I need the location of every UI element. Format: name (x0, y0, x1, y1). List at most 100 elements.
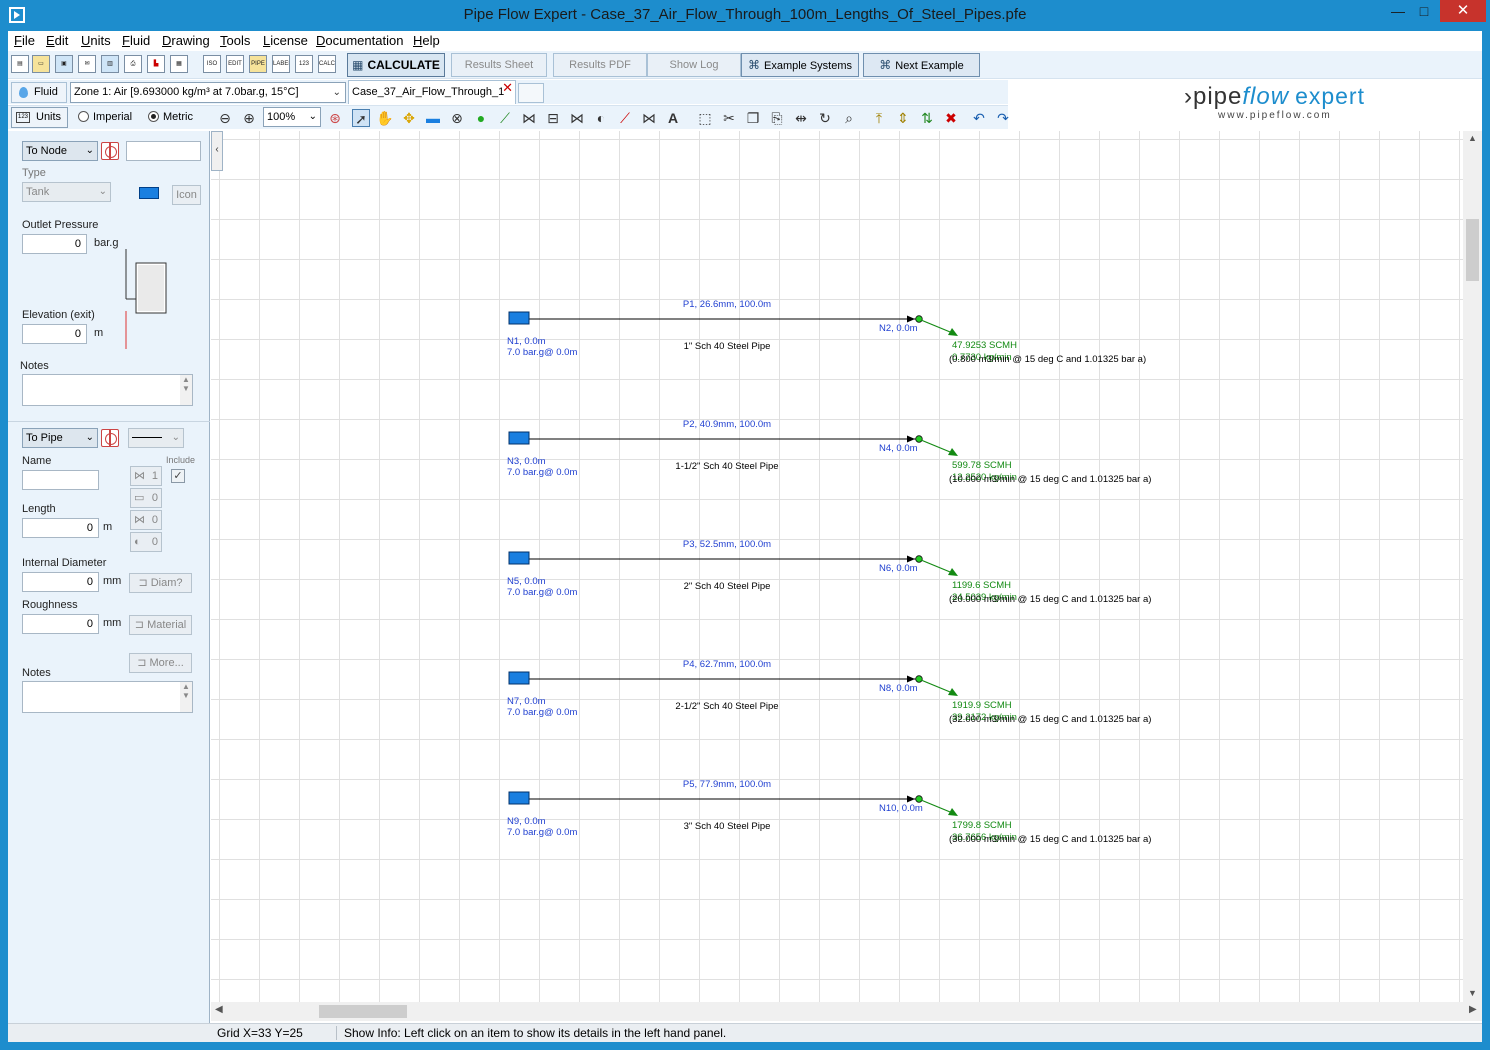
print-icon[interactable]: ⎙ (124, 55, 142, 73)
label-icon[interactable]: LABEL (272, 55, 290, 73)
pipe-name-input[interactable] (22, 470, 99, 490)
fitting-icon[interactable]: ⋈ (520, 109, 538, 127)
node-selector[interactable]: To Node ⌄ (22, 141, 98, 161)
pipe-tool-icon[interactable]: ⟋ (496, 109, 514, 127)
valves-button[interactable]: ⋈ 0 (130, 510, 162, 530)
tank-node[interactable] (508, 791, 530, 805)
close-button[interactable]: ✕ (1440, 0, 1486, 22)
flow-arrow-icon[interactable] (907, 675, 915, 683)
metric-radio[interactable]: Metric (148, 111, 193, 123)
close-tab-icon[interactable]: ✕ (502, 81, 513, 99)
undo-icon[interactable]: ↶ (970, 109, 988, 127)
example-systems-button[interactable]: ⌘ Example Systems (741, 53, 859, 77)
zoom-out-icon[interactable]: ⊖ (216, 109, 234, 127)
scroll-down-icon[interactable]: ▼ (1463, 988, 1482, 998)
print-preview-icon[interactable]: ▥ (101, 55, 119, 73)
locate-node-icon[interactable] (101, 142, 119, 160)
pdf-icon[interactable]: ▙ (147, 55, 165, 73)
align-middle-icon[interactable]: ⇕ (894, 109, 912, 127)
node-notes-textarea[interactable]: ▲ ▼ (22, 374, 193, 406)
results-sheet-button[interactable]: Results Sheet (451, 53, 547, 77)
save-icon[interactable]: ▣ (55, 55, 73, 73)
component-icon[interactable]: ⊟ (544, 109, 562, 127)
roughness-input[interactable]: 0 (22, 614, 99, 634)
elevation-input[interactable]: 0 (22, 324, 87, 344)
delete-icon[interactable]: ✖ (942, 109, 960, 127)
rotate-icon[interactable]: ↻ (816, 109, 834, 127)
join-node[interactable] (915, 795, 923, 803)
length-input[interactable]: 0 (22, 518, 99, 538)
align-top-icon[interactable]: ⤒ (870, 109, 888, 127)
menu-edit[interactable]: Edit (46, 33, 68, 48)
flip-horizontal-icon[interactable]: ⇹ (792, 109, 810, 127)
menu-file[interactable]: File (14, 33, 35, 48)
check-valve-icon[interactable]: ⟋ (616, 109, 634, 127)
scroll-up-icon[interactable]: ▲ (1463, 133, 1482, 143)
node-name-input[interactable] (126, 141, 201, 161)
zoom-select[interactable]: 100% ⌄ (263, 107, 321, 127)
document-tab[interactable]: Case_37_Air_Flow_Through_1 ✕ (348, 80, 516, 104)
menu-help[interactable]: Help (413, 33, 440, 48)
flow-arrow-icon[interactable] (907, 435, 915, 443)
results-pdf-button[interactable]: Results PDF (553, 53, 647, 77)
join-node[interactable] (915, 555, 923, 563)
maximize-button[interactable]: □ (1411, 0, 1437, 22)
scrollbar[interactable]: ▲ ▼ (180, 682, 192, 712)
pumps-button[interactable]: ◐ 0 (130, 532, 162, 552)
fluid-button[interactable]: Fluid (11, 82, 67, 103)
select-area-icon[interactable]: ⬚ (696, 109, 714, 127)
pipe-notes-textarea[interactable]: ▲ ▼ (22, 681, 193, 713)
pipe-selector[interactable]: To Pipe ⌄ (22, 428, 98, 448)
horizontal-scroll-thumb[interactable] (319, 1005, 407, 1018)
tank-node[interactable] (508, 671, 530, 685)
fittings-button[interactable]: ⋈ 1 (130, 466, 162, 486)
vertical-scroll-thumb[interactable] (1466, 219, 1479, 281)
menu-fluid[interactable]: Fluid (122, 33, 150, 48)
pipe-mode-icon[interactable]: PIPE (249, 55, 267, 73)
calculate-button[interactable]: ▦ CALCULATE (347, 53, 445, 77)
tank-node[interactable] (508, 551, 530, 565)
fluid-zone-select[interactable]: Zone 1: Air [9.693000 kg/m³ at 7.0bar.g,… (70, 82, 346, 103)
include-checkbox[interactable]: ✓ (171, 469, 185, 483)
paste-icon[interactable]: ⎘ (768, 109, 786, 127)
next-example-button[interactable]: ⌘ Next Example (863, 53, 980, 77)
material-button[interactable]: ⊐ Material (129, 615, 192, 635)
internal-diameter-input[interactable]: 0 (22, 572, 99, 592)
tank-node[interactable] (508, 431, 530, 445)
join-point-icon[interactable]: ● (472, 109, 490, 127)
flow-arrow-icon[interactable] (907, 555, 915, 563)
pan-hand-icon[interactable]: ✋ (376, 109, 394, 127)
calc-settings-icon[interactable]: CALC (318, 55, 336, 73)
cut-icon[interactable]: ✂ (720, 109, 738, 127)
menu-license[interactable]: License (263, 33, 308, 48)
control-valve-icon[interactable]: ⋈ (640, 109, 658, 127)
text-tool-icon[interactable]: A (664, 109, 682, 127)
locate-pipe-icon[interactable] (101, 429, 119, 447)
numbering-icon[interactable]: 123 (295, 55, 313, 73)
tank-node[interactable] (508, 311, 530, 325)
pipe-network-diagram[interactable]: P1, 26.6mm, 100.0mN2, 0.0mN1, 0.0m7.0 ba… (211, 131, 1463, 1002)
vertical-scrollbar[interactable]: ▲ ▼ (1463, 131, 1482, 1002)
join-node[interactable] (915, 315, 923, 323)
menu-tools[interactable]: Tools (220, 33, 250, 48)
redo-icon[interactable]: ↷ (994, 109, 1012, 127)
pump-icon[interactable]: ◐ (592, 109, 610, 127)
email-icon[interactable]: ✉ (78, 55, 96, 73)
new-tab-button[interactable] (518, 83, 544, 103)
iso-icon[interactable]: ISO (203, 55, 221, 73)
units-button[interactable]: 123 Units (11, 107, 68, 128)
zoom-in-icon[interactable]: ⊕ (240, 109, 258, 127)
scroll-left-icon[interactable]: ◀ (215, 1004, 223, 1015)
valve-icon[interactable]: ⋈ (568, 109, 586, 127)
line-style-select[interactable]: ⌄ (128, 428, 184, 448)
imperial-radio[interactable]: Imperial (78, 111, 132, 123)
distribute-icon[interactable]: ⇅ (918, 109, 936, 127)
diameter-button[interactable]: ⊐ Diam? (129, 573, 192, 593)
collapse-panel-button[interactable]: ‹ (211, 131, 223, 171)
scrollbar[interactable]: ▲ ▼ (180, 375, 192, 405)
tank-tool-icon[interactable]: ▬ (424, 109, 442, 127)
menu-units[interactable]: Units (81, 33, 111, 48)
title-bar[interactable]: Pipe Flow Expert - Case_37_Air_Flow_Thro… (0, 0, 1490, 31)
components-button[interactable]: ▭ 0 (130, 488, 162, 508)
minimize-button[interactable]: — (1385, 0, 1411, 22)
